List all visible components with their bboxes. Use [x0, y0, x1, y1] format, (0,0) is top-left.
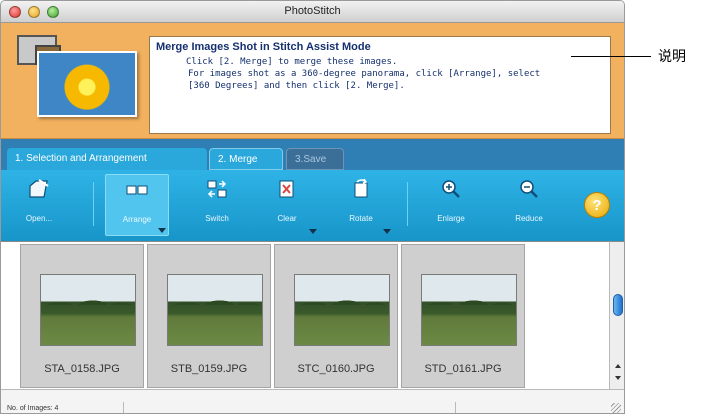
open-folder-icon: [27, 178, 51, 200]
switch-icon: [205, 178, 229, 200]
instruction-title: Merge Images Shot in Stitch Assist Mode: [156, 41, 371, 53]
resize-grip-icon[interactable]: [611, 403, 621, 413]
image-filename: STD_0161.JPG: [424, 363, 502, 375]
instruction-line: [360 Degrees] and then click [2. Merge].: [188, 81, 405, 91]
toolbar-divider: [407, 182, 408, 226]
clear-button[interactable]: Clear: [255, 174, 319, 236]
switch-button-label: Switch: [205, 214, 229, 223]
sunflower-photo-icon: [37, 51, 137, 117]
scroll-down-arrow-icon[interactable]: [615, 376, 621, 380]
toolbar: Open... Arrange Switch Clear Rotate Enla…: [1, 170, 624, 241]
rotate-button[interactable]: Rotate: [329, 174, 393, 236]
window-title: PhotoStitch: [284, 5, 341, 17]
arrange-icon: [125, 179, 149, 201]
callout-leader-line: [571, 56, 651, 57]
image-filename: STC_0160.JPG: [297, 363, 375, 375]
toolbar-divider: [93, 182, 94, 226]
photostitch-logo-icon: [11, 31, 141, 126]
zoom-out-icon: [517, 178, 541, 200]
scroll-up-arrow-icon[interactable]: [615, 364, 621, 368]
title-bar[interactable]: PhotoStitch: [1, 1, 624, 23]
clear-dropdown-arrow-icon[interactable]: [309, 229, 317, 234]
open-button-label: Open...: [25, 214, 53, 223]
image-thumbnail[interactable]: STB_0159.JPG: [147, 244, 271, 388]
arrange-dropdown-arrow-icon[interactable]: [158, 228, 166, 233]
tab-selection-and-arrangement[interactable]: 1. Selection and Arrangement: [7, 148, 207, 170]
vertical-scrollbar[interactable]: [609, 241, 624, 389]
clear-button-label: Clear: [277, 214, 297, 223]
landscape-photo-thumbnail: [167, 274, 263, 346]
image-thumbnail-list: STA_0158.JPG STB_0159.JPG STC_0160.JPG S…: [1, 241, 609, 389]
open-button[interactable]: Open...: [7, 174, 71, 236]
help-button[interactable]: ?: [584, 192, 610, 218]
zoom-in-icon: [439, 178, 463, 200]
photostitch-window: PhotoStitch Merge Images Shot in Stitch …: [0, 0, 625, 414]
instruction-message-box: Merge Images Shot in Stitch Assist Mode …: [149, 36, 611, 134]
tab-save[interactable]: 3.Save: [286, 148, 344, 170]
image-thumbnail[interactable]: STC_0160.JPG: [274, 244, 398, 388]
rotate-dropdown-arrow-icon[interactable]: [383, 229, 391, 234]
enlarge-button-label: Enlarge: [437, 214, 465, 223]
landscape-photo-thumbnail: [40, 274, 136, 346]
enlarge-button[interactable]: Enlarge: [419, 174, 483, 236]
instruction-line: For images shot as a 360-degree panorama…: [188, 69, 541, 79]
reduce-button[interactable]: Reduce: [497, 174, 561, 236]
switch-button[interactable]: Switch: [185, 174, 249, 236]
guidance-banner: Merge Images Shot in Stitch Assist Mode …: [1, 23, 624, 139]
arrange-button[interactable]: Arrange: [105, 174, 169, 236]
status-bar: No. of Images: 4: [1, 389, 624, 413]
instruction-line: Click [2. Merge] to merge these images.: [186, 57, 398, 67]
arrange-button-label: Arrange: [122, 215, 152, 224]
image-filename: STB_0159.JPG: [170, 363, 248, 375]
landscape-photo-thumbnail: [421, 274, 517, 346]
tab-merge[interactable]: 2. Merge: [209, 148, 283, 170]
step-tabs: 1. Selection and Arrangement 2. Merge 3.…: [1, 139, 624, 170]
clear-icon: [275, 178, 299, 200]
landscape-photo-thumbnail: [294, 274, 390, 346]
reduce-button-label: Reduce: [515, 214, 543, 223]
image-thumbnail[interactable]: STA_0158.JPG: [20, 244, 144, 388]
scrollbar-thumb[interactable]: [613, 294, 623, 316]
rotate-icon: [349, 178, 373, 200]
status-divider: [123, 402, 124, 413]
status-divider: [455, 402, 456, 413]
callout-label: 说明: [658, 49, 686, 65]
image-filename: STA_0158.JPG: [44, 363, 120, 375]
image-thumbnail[interactable]: STD_0161.JPG: [401, 244, 525, 388]
image-count: No. of Images: 4: [7, 405, 59, 412]
rotate-button-label: Rotate: [349, 214, 373, 223]
